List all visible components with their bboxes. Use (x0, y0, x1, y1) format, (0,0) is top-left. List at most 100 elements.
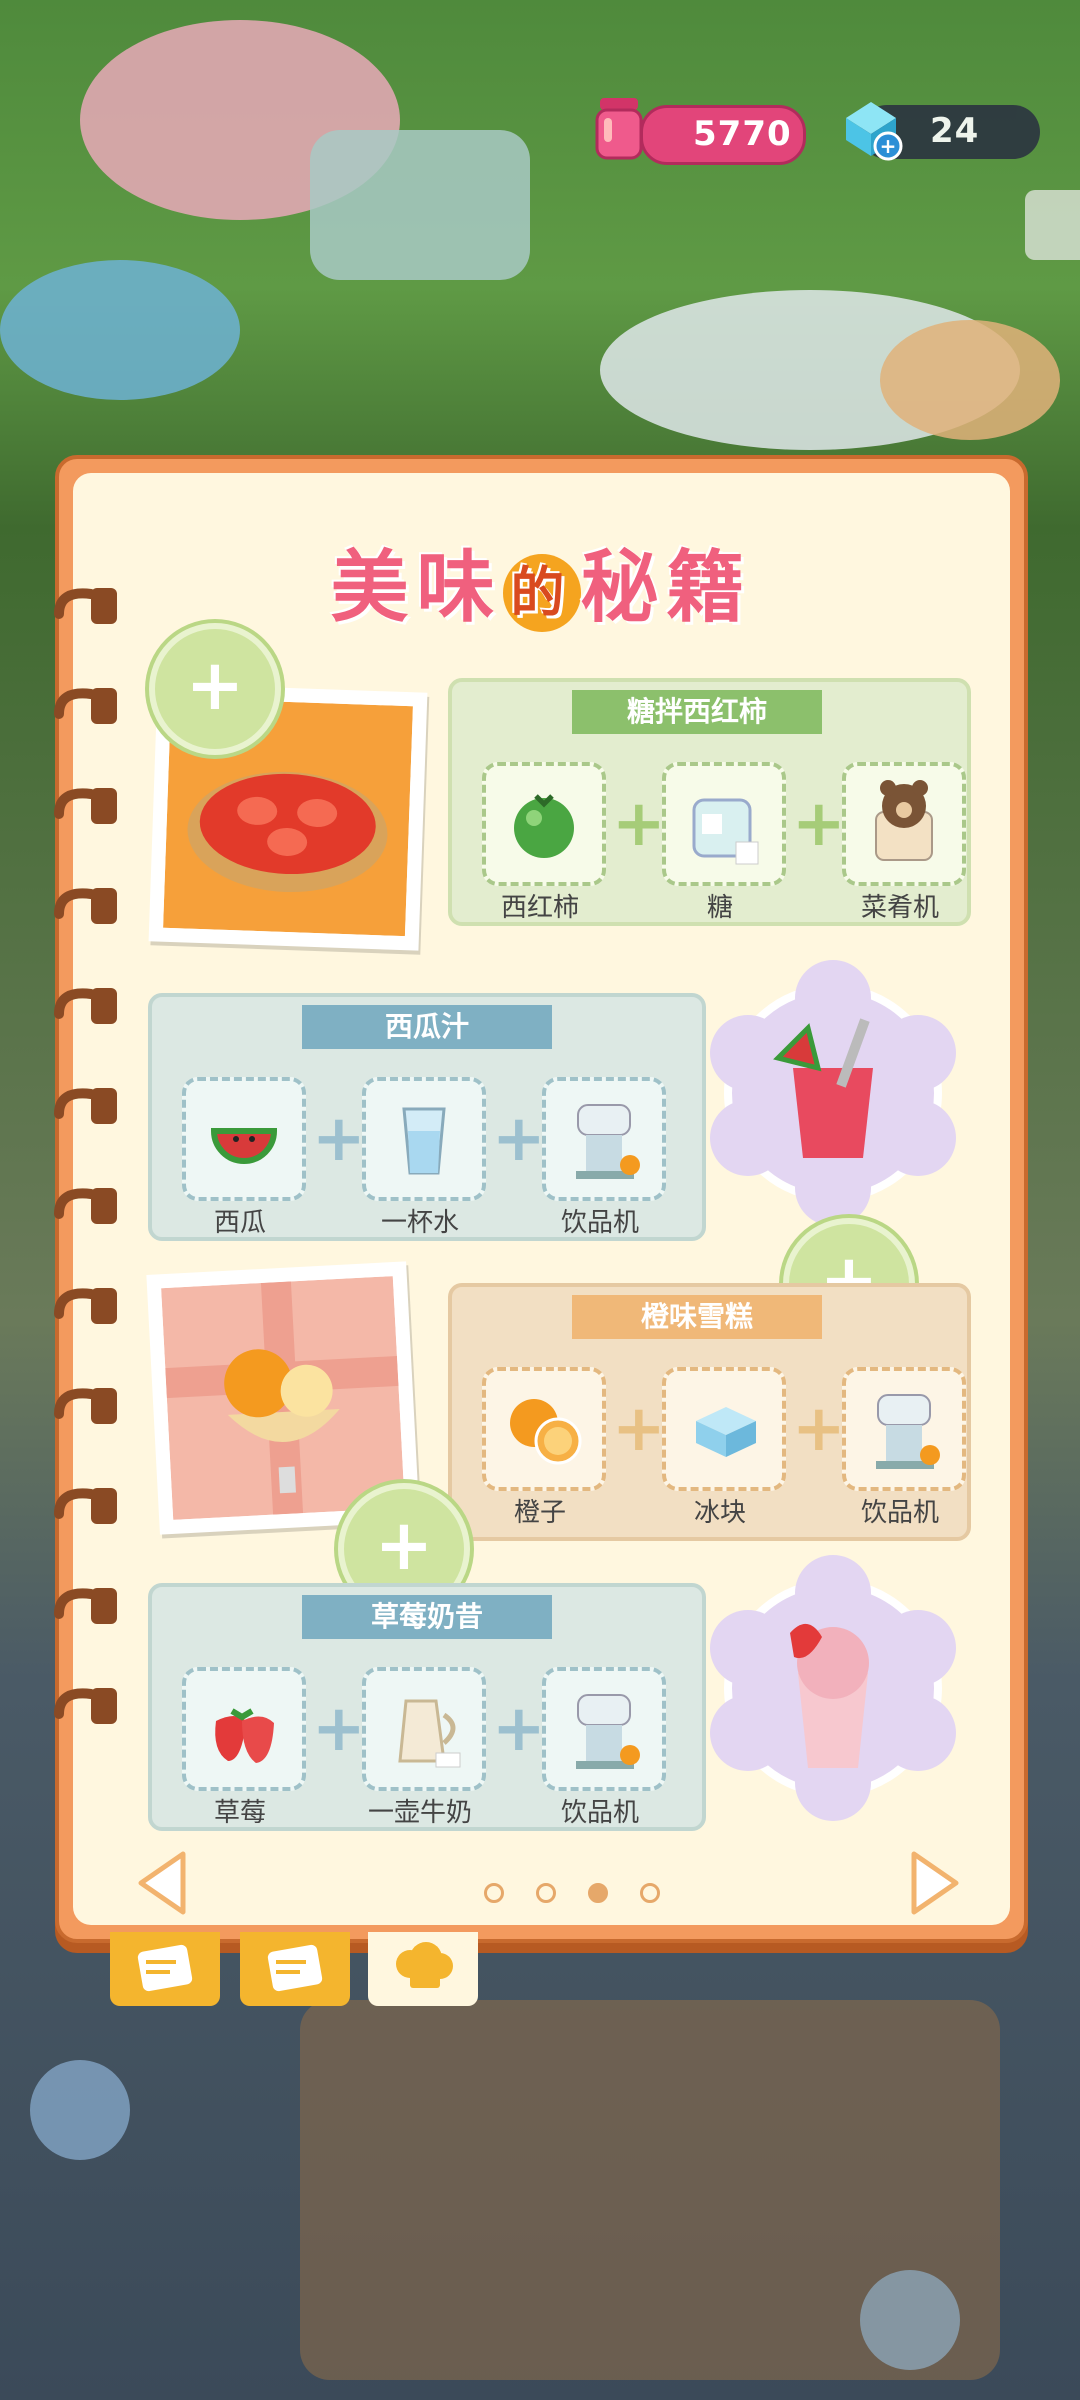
page-dot[interactable] (640, 1883, 660, 1903)
page-title: 美味的秘籍 (73, 525, 1010, 637)
ingredient-label: 一壶牛奶 (367, 1798, 472, 1828)
plus-sign: + (492, 1102, 546, 1176)
bus-decoration (310, 130, 530, 280)
tab-chef[interactable] (368, 1932, 478, 2006)
ingredient-label: 西红柿 (500, 893, 579, 923)
orange-icecream-dish (161, 1276, 405, 1520)
recipe-3-title: 橙味雪糕 (572, 1295, 822, 1339)
ingredient-slot[interactable] (542, 1077, 666, 1201)
plus-sign: + (792, 787, 846, 861)
plus-sign: + (492, 1692, 546, 1766)
recipe-book-page: 美味的秘籍 糖拌西红柿 + + 西红柿 糖 菜肴机 + 西瓜汁 + + 西瓜 一… (73, 473, 1010, 1925)
recipe-2-title: 西瓜汁 (302, 1005, 552, 1049)
ring-icon (54, 788, 117, 824)
page-indicator (468, 1883, 676, 1907)
title-orange-char: 的 (502, 553, 581, 632)
jam-counter[interactable]: 5770 (640, 105, 806, 165)
ring-icon (54, 1688, 117, 1724)
ingredient-label: 橙子 (513, 1498, 566, 1528)
plus-sign: + (312, 1692, 366, 1766)
jam-jar-icon (595, 98, 643, 160)
ice-cube-icon (696, 1407, 756, 1457)
ingredient-slot[interactable] (482, 1367, 606, 1491)
ingredient-label: 西瓜 (213, 1208, 266, 1238)
orange-icon (510, 1399, 582, 1465)
plus-sign: + (312, 1102, 366, 1176)
ring-icon (54, 888, 117, 924)
title-part-1: 美味 (330, 543, 503, 633)
recipe-card-4: 草莓奶昔 + + 草莓 一壶牛奶 饮品机 (148, 1583, 706, 1831)
prev-page-arrow-icon[interactable] (133, 1848, 189, 1918)
ingredient-label: 饮品机 (560, 1208, 639, 1238)
plus-sign: + (612, 787, 666, 861)
ingredient-label: 饮品机 (860, 1498, 939, 1528)
ingredient-label: 一杯水 (380, 1208, 459, 1238)
bubble-button-2[interactable] (860, 2270, 960, 2370)
title-part-2: 秘籍 (580, 543, 753, 633)
ingredient-label: 饮品机 (560, 1798, 639, 1828)
ring-icon (54, 1488, 117, 1524)
recipe-card-1: 糖拌西红柿 + + 西红柿 糖 菜肴机 (448, 678, 971, 926)
tomato-icon (514, 794, 574, 858)
plus-sign: + (792, 1392, 846, 1466)
svg-text:+: + (880, 134, 897, 158)
page-dot[interactable] (484, 1883, 504, 1903)
drink-machine-icon (576, 1694, 640, 1769)
jam-count: 5770 (693, 114, 792, 154)
next-page-arrow-icon[interactable] (908, 1848, 964, 1918)
sugar-icon (692, 798, 759, 865)
ring-icon (54, 988, 117, 1024)
ingredient-label: 草莓 (213, 1798, 266, 1828)
strawberry-icon (215, 1708, 274, 1763)
currency-hud: 5770 24 + (590, 98, 1050, 165)
recipe-card-3: 橙味雪糕 + + 橙子 冰块 饮品机 (448, 1283, 971, 1541)
drink-machine-icon (876, 1394, 940, 1469)
ingredient-slot[interactable] (842, 1367, 966, 1491)
chef-hat-icon (396, 1942, 453, 1988)
ring-icon (54, 1588, 117, 1624)
ingredient-slot[interactable] (482, 762, 606, 886)
ingredient-slot[interactable] (842, 762, 966, 886)
ingredient-slot[interactable] (182, 1667, 306, 1791)
ring-icon (54, 688, 117, 724)
milk-jug-icon (398, 1699, 461, 1768)
ingredient-slot[interactable] (182, 1077, 306, 1201)
ingredient-slot[interactable] (662, 1367, 786, 1491)
dish-machine-icon (875, 780, 933, 861)
add-recipe-button-1[interactable]: + (149, 623, 281, 755)
page-dot[interactable] (536, 1883, 556, 1903)
ingredient-label: 糖 (706, 893, 733, 923)
watermelon-icon (210, 1128, 278, 1164)
watermelon-juice-dish (710, 960, 956, 1226)
ring-icon (54, 1388, 117, 1424)
ring-icon (54, 1288, 117, 1324)
strawberry-milkshake-dish (710, 1555, 956, 1821)
bubble-button[interactable] (30, 2060, 130, 2160)
ring-icon (54, 1188, 117, 1224)
ingredient-label: 冰块 (693, 1498, 746, 1528)
water-cup-icon (402, 1107, 446, 1175)
gem-count: 24 (930, 111, 980, 151)
recipe-book: 美味的秘籍 糖拌西红柿 + + 西红柿 糖 菜肴机 + 西瓜汁 + + 西瓜 一… (54, 455, 1028, 1943)
plus-sign: + (612, 1392, 666, 1466)
gem-plus-icon[interactable]: + (836, 94, 906, 164)
ingredient-slot[interactable] (362, 1667, 486, 1791)
recipe-card-2: 西瓜汁 + + 西瓜 一杯水 饮品机 (148, 993, 706, 1241)
scroll-icon (267, 1944, 323, 1992)
ingredient-slot[interactable] (542, 1667, 666, 1791)
ingredient-slot[interactable] (662, 762, 786, 886)
page-dot-active[interactable] (588, 1883, 608, 1903)
ring-icon (54, 588, 117, 624)
side-expand-button[interactable] (1025, 190, 1080, 260)
bread-decoration (880, 320, 1060, 440)
tab-recipes-2[interactable] (240, 1932, 350, 2006)
recipe-4-title: 草莓奶昔 (302, 1595, 552, 1639)
pond (0, 260, 240, 400)
scroll-icon (137, 1944, 193, 1992)
ingredient-slot[interactable] (362, 1077, 486, 1201)
ingredient-label: 菜肴机 (860, 893, 939, 923)
drink-machine-icon (576, 1104, 640, 1179)
tab-recipes-1[interactable] (110, 1932, 220, 2006)
recipe-1-title: 糖拌西红柿 (572, 690, 822, 734)
ring-icon (54, 1088, 117, 1124)
